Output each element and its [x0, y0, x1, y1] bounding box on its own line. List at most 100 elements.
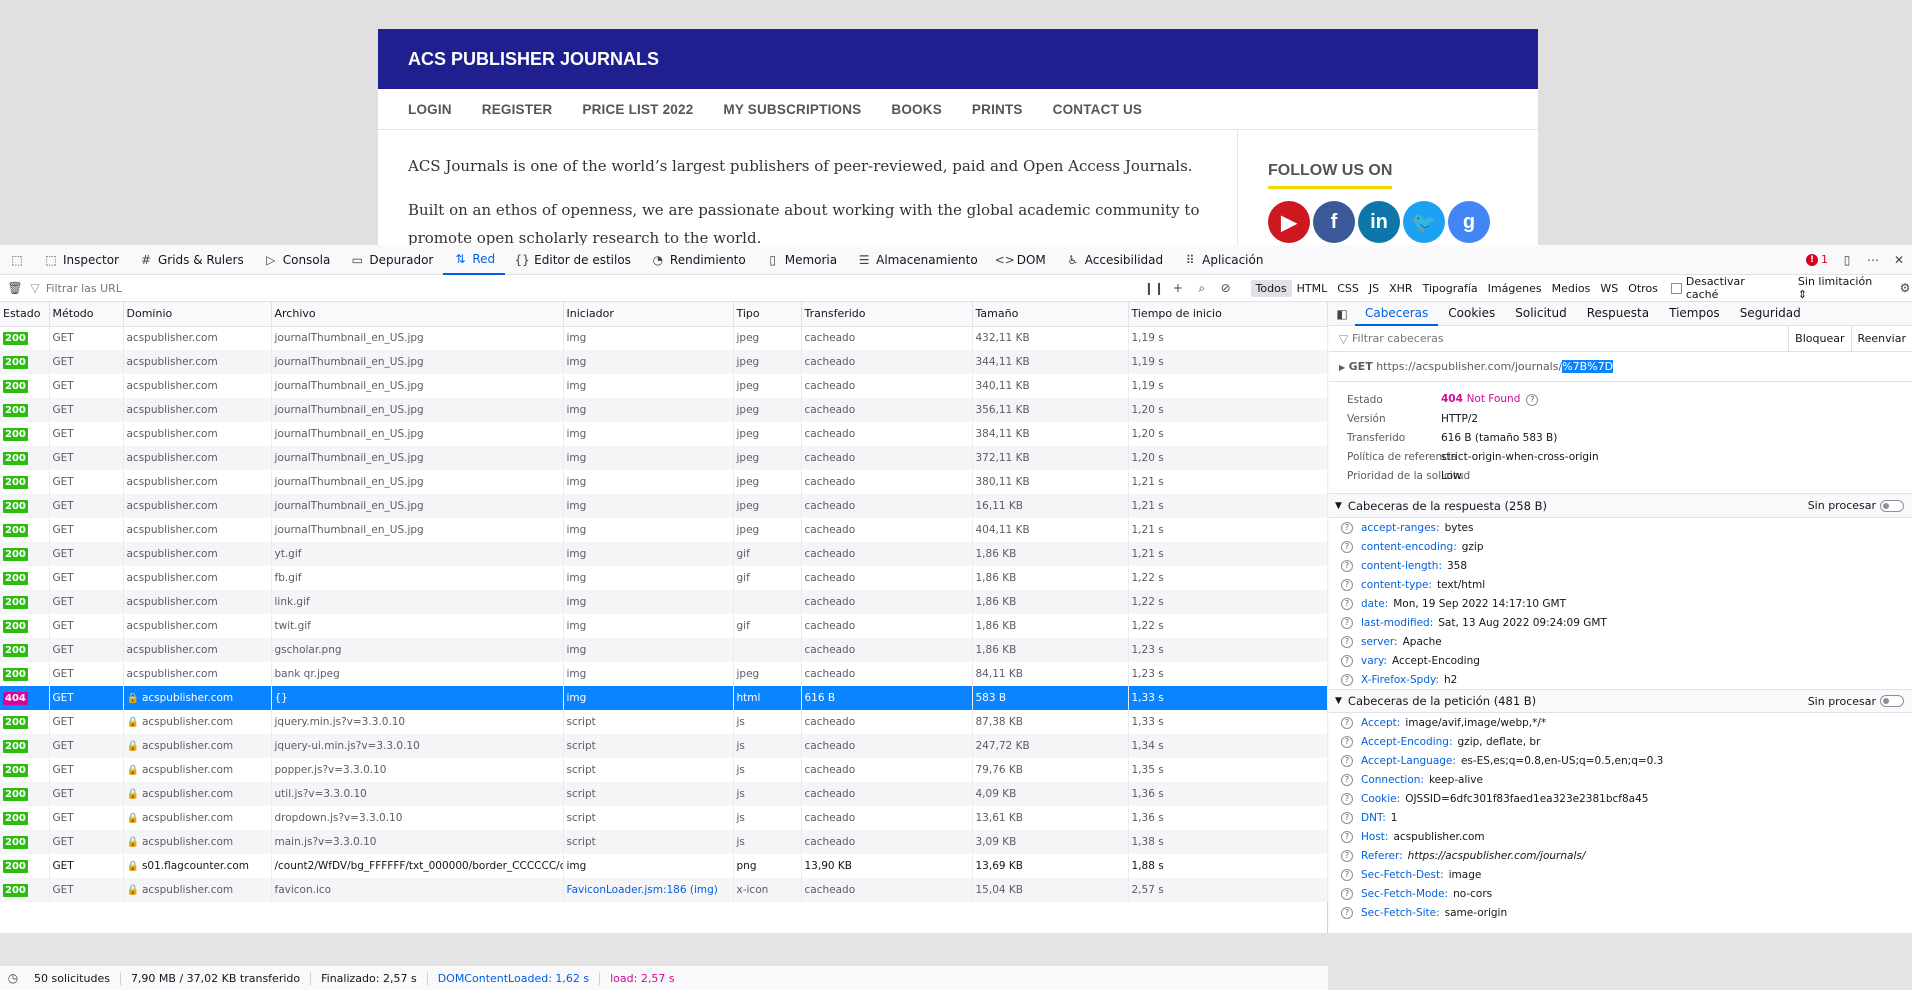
youtube-icon[interactable]: ▶: [1268, 201, 1310, 243]
details-tab-tiempos[interactable]: Tiempos: [1659, 302, 1730, 326]
help-icon[interactable]: ?: [1341, 598, 1353, 610]
table-row[interactable]: 200GETacspublisher.comjournalThumbnail_e…: [0, 494, 1328, 518]
tab-depurador[interactable]: ▭Depurador: [340, 245, 443, 275]
block-icon[interactable]: ⊘: [1219, 281, 1233, 295]
table-row[interactable]: 200GETacspublisher.comjournalThumbnail_e…: [0, 374, 1328, 398]
nav-item-register[interactable]: REGISTER: [482, 102, 553, 117]
header-row[interactable]: ?Referer:https://acspublisher.com/journa…: [1329, 846, 1912, 865]
tab-grids-rulers[interactable]: #Grids & Rulers: [129, 245, 254, 275]
table-row[interactable]: 200GET🔒acspublisher.compopper.js?v=3.3.0…: [0, 758, 1328, 782]
header-row[interactable]: ?content-type:text/html: [1329, 575, 1912, 594]
table-row[interactable]: 200GETacspublisher.comgscholar.pngimgcac…: [0, 638, 1328, 662]
help-icon[interactable]: ?: [1341, 736, 1353, 748]
header-row[interactable]: ?Accept:image/avif,image/webp,*/*: [1329, 713, 1912, 732]
filter-type-html[interactable]: HTML: [1292, 280, 1333, 297]
tab-editor-de-estilos[interactable]: {}Editor de estilos: [505, 245, 641, 275]
error-count-badge[interactable]: !1: [1806, 253, 1828, 266]
filter-type-js[interactable]: JS: [1364, 280, 1384, 297]
header-row[interactable]: ?content-length:358: [1329, 556, 1912, 575]
filter-type-tipografía[interactable]: Tipografía: [1418, 280, 1483, 297]
tab-rendimiento[interactable]: ◔Rendimiento: [641, 245, 756, 275]
header-row[interactable]: ?Sec-Fetch-Site:same-origin: [1329, 903, 1912, 922]
header-row[interactable]: ?Sec-Fetch-Dest:image: [1329, 865, 1912, 884]
table-row[interactable]: 200GET🔒acspublisher.commain.js?v=3.3.0.1…: [0, 830, 1328, 854]
help-icon[interactable]: ?: [1341, 579, 1353, 591]
filter-type-ws[interactable]: WS: [1595, 280, 1623, 297]
table-row[interactable]: 200GETacspublisher.comtwit.gifimggifcach…: [0, 614, 1328, 638]
header-row[interactable]: ?Sec-Fetch-Mode:no-cors: [1329, 884, 1912, 903]
help-icon[interactable]: ?: [1341, 850, 1353, 862]
table-row[interactable]: 200GETacspublisher.comjournalThumbnail_e…: [0, 326, 1328, 350]
help-icon[interactable]: ?: [1341, 717, 1353, 729]
header-row[interactable]: ?DNT:1: [1329, 808, 1912, 827]
header-row[interactable]: ?Host:acspublisher.com: [1329, 827, 1912, 846]
table-row[interactable]: 200GET🔒acspublisher.comjquery.min.js?v=3…: [0, 710, 1328, 734]
header-row[interactable]: ?date:Mon, 19 Sep 2022 14:17:10 GMT: [1329, 594, 1912, 613]
column-header[interactable]: Archivo: [271, 302, 563, 326]
table-row[interactable]: 200GETacspublisher.combank qr.jpegimgjpe…: [0, 662, 1328, 686]
table-row[interactable]: 200GETacspublisher.comlink.gifimgcachead…: [0, 590, 1328, 614]
request-headers-section[interactable]: ▼ Cabeceras de la petición (481 B) Sin p…: [1329, 689, 1912, 713]
table-row[interactable]: 200GET🔒acspublisher.comdropdown.js?v=3.3…: [0, 806, 1328, 830]
details-tab-seguridad[interactable]: Seguridad: [1730, 302, 1811, 326]
request-url-line[interactable]: ▶ GET https://acspublisher.com/journals/…: [1329, 352, 1912, 382]
header-row[interactable]: ?vary:Accept-Encoding: [1329, 651, 1912, 670]
more-options-icon[interactable]: ⋯: [1866, 253, 1880, 267]
element-picker-icon[interactable]: ⬚: [0, 245, 34, 275]
reload-timer-icon[interactable]: ◷: [6, 971, 20, 985]
header-row[interactable]: ?Accept-Language:es-ES,es;q=0.8,en-US;q=…: [1329, 751, 1912, 770]
tab-inspector[interactable]: ⬚Inspector: [34, 245, 129, 275]
headers-filter-input[interactable]: [1352, 332, 1788, 345]
help-icon[interactable]: ?: [1341, 755, 1353, 767]
header-row[interactable]: ?Connection:keep-alive: [1329, 770, 1912, 789]
details-tab-cabeceras[interactable]: Cabeceras: [1355, 302, 1438, 326]
raw-switch[interactable]: [1880, 500, 1904, 512]
nav-item-books[interactable]: BOOKS: [891, 102, 942, 117]
response-headers-section[interactable]: ▼ Cabeceras de la respuesta (258 B) Sin …: [1329, 494, 1912, 518]
pause-icon[interactable]: ❙❙: [1147, 281, 1161, 295]
help-icon[interactable]: ?: [1341, 560, 1353, 572]
details-tab-cookies[interactable]: Cookies: [1438, 302, 1505, 326]
collapse-arrow-icon[interactable]: ▼: [1335, 501, 1342, 511]
column-header[interactable]: Dominio: [123, 302, 271, 326]
nav-item-contact-us[interactable]: CONTACT US: [1053, 102, 1143, 117]
table-row[interactable]: 200GETacspublisher.comjournalThumbnail_e…: [0, 518, 1328, 542]
column-header[interactable]: Método: [49, 302, 123, 326]
table-row[interactable]: 200GETacspublisher.comfb.gifimggifcachea…: [0, 566, 1328, 590]
header-row[interactable]: ?accept-ranges:bytes: [1329, 518, 1912, 537]
nav-item-price-list-2022[interactable]: PRICE LIST 2022: [582, 102, 693, 117]
table-row[interactable]: 200GETacspublisher.comjournalThumbnail_e…: [0, 398, 1328, 422]
filter-type-todos[interactable]: Todos: [1251, 280, 1292, 297]
table-row[interactable]: 200GETacspublisher.comjournalThumbnail_e…: [0, 350, 1328, 374]
header-row[interactable]: ?Accept-Encoding:gzip, deflate, br: [1329, 732, 1912, 751]
nav-item-prints[interactable]: PRINTS: [972, 102, 1023, 117]
table-row[interactable]: 404GET🔒acspublisher.com{}imghtml616 B583…: [0, 686, 1328, 710]
help-icon[interactable]: ?: [1341, 869, 1353, 881]
filter-type-medios[interactable]: Medios: [1547, 280, 1596, 297]
filter-type-xhr[interactable]: XHR: [1384, 280, 1417, 297]
linkedin-icon[interactable]: in: [1358, 201, 1400, 243]
help-icon[interactable]: ?: [1341, 793, 1353, 805]
column-header[interactable]: Estado: [0, 302, 49, 326]
header-row[interactable]: ?X-Firefox-Spdy:h2: [1329, 670, 1912, 689]
header-row[interactable]: ?content-encoding:gzip: [1329, 537, 1912, 556]
help-icon[interactable]: ?: [1341, 655, 1353, 667]
trash-icon[interactable]: 🗑: [8, 281, 22, 295]
add-icon[interactable]: +: [1171, 281, 1185, 295]
help-icon[interactable]: ?: [1341, 617, 1353, 629]
help-icon[interactable]: ?: [1341, 674, 1353, 686]
block-button[interactable]: Bloquear: [1788, 326, 1850, 352]
table-row[interactable]: 200GET🔒acspublisher.comutil.js?v=3.3.0.1…: [0, 782, 1328, 806]
column-header[interactable]: Tipo: [733, 302, 801, 326]
column-header[interactable]: Tamaño: [972, 302, 1128, 326]
table-row[interactable]: 200GET🔒s01.flagcounter.com/count2/WfDV/b…: [0, 854, 1328, 878]
throttling-select[interactable]: Sin limitación ⇕: [1798, 275, 1884, 301]
help-icon[interactable]: ?: [1341, 812, 1353, 824]
nav-item-login[interactable]: LOGIN: [408, 102, 452, 117]
resend-button[interactable]: Reenviar: [1851, 326, 1912, 352]
raw-switch[interactable]: [1880, 695, 1904, 707]
tab-accesibilidad[interactable]: ♿Accesibilidad: [1056, 245, 1173, 275]
help-icon[interactable]: ?: [1341, 831, 1353, 843]
url-filter-input[interactable]: [46, 277, 1037, 299]
table-row[interactable]: 200GET🔒acspublisher.comfavicon.icoFavico…: [0, 878, 1328, 902]
